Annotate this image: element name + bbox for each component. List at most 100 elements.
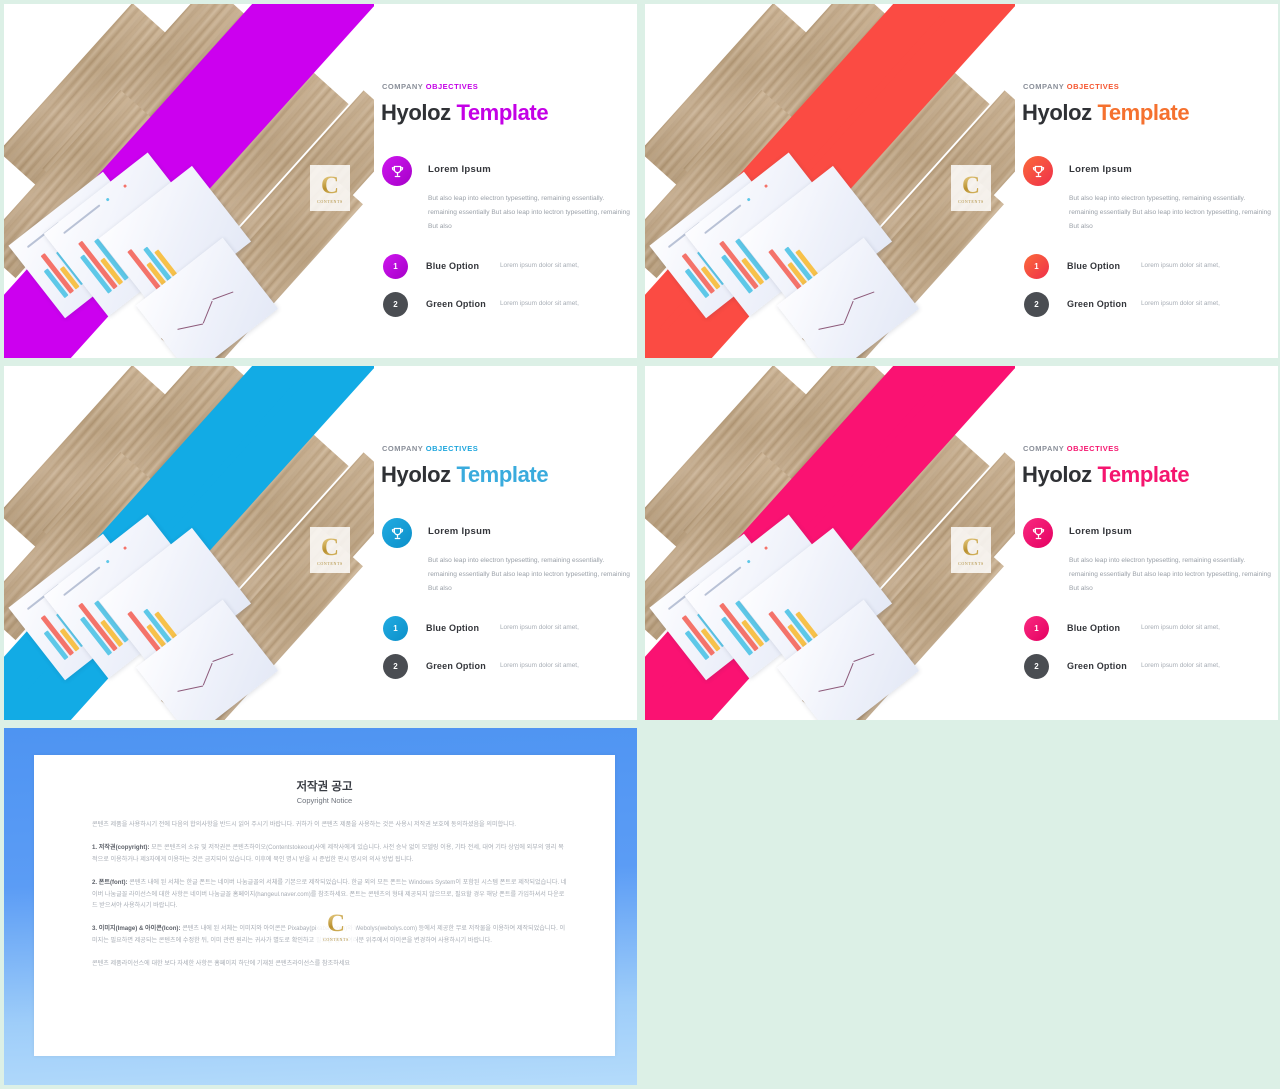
legend-dot — [746, 197, 751, 202]
option-label: Blue Option — [1067, 261, 1121, 271]
option-number-badge: 2 — [383, 292, 408, 317]
eyebrow: COMPANY OBJECTIVES — [1023, 82, 1119, 91]
collage-blue: C CONTENTS — [4, 366, 374, 720]
feature-label: Lorem Ipsum — [428, 526, 491, 537]
watermark-text: CONTENTS — [958, 560, 984, 566]
text-panel-magenta: COMPANY OBJECTIVES Hyoloz Template Lorem… — [374, 4, 637, 358]
watermark-text: CONTENTS — [323, 936, 349, 942]
watermark-text: CONTENTS — [317, 198, 343, 204]
feature-label: Lorem Ipsum — [1069, 526, 1132, 537]
option-label: Blue Option — [1067, 623, 1121, 633]
watermark-logo: C CONTENTS — [310, 527, 350, 573]
legend-dot — [763, 183, 769, 189]
copyright-page: 저작권 공고 Copyright Notice 콘텐츠 제품을 사용하시기 전에… — [34, 755, 615, 1056]
option-row-2[interactable]: 2 Green Option Lorem ipsum dolor sit ame… — [1023, 654, 1278, 680]
feature-body: But also leap into electron typesetting,… — [1069, 195, 1271, 230]
copyright-paragraph: 콘텐츠 제품라이선스에 대한 보다 자세한 사항은 홈페이지 하단에 기재된 콘… — [92, 960, 350, 967]
legend-dot — [105, 559, 110, 564]
option-row-1[interactable]: 1 Blue Option Lorem ipsum dolor sit amet… — [382, 616, 637, 642]
trophy-icon — [382, 518, 412, 548]
eyebrow-accent: OBJECTIVES — [425, 444, 479, 453]
title-main: Hyoloz — [381, 100, 457, 125]
eyebrow: COMPANY OBJECTIVES — [382, 444, 478, 453]
slide-copyright-notice[interactable]: 저작권 공고 Copyright Notice 콘텐츠 제품을 사용하시기 전에… — [4, 728, 637, 1085]
eyebrow: COMPANY OBJECTIVES — [1023, 444, 1119, 453]
slide-deck-board: C CONTENTS COMPANY OBJECTIVES Hyoloz Tem… — [0, 0, 1280, 1089]
title-main: Hyoloz — [1022, 462, 1098, 487]
eyebrow-prefix: COMPANY — [1023, 82, 1067, 91]
option-label: Blue Option — [426, 261, 480, 271]
option-label: Blue Option — [426, 623, 480, 633]
option-label: Green Option — [1067, 661, 1127, 671]
legend-dot — [122, 545, 128, 551]
feature-body: But also leap into electron typesetting,… — [428, 557, 630, 592]
text-panel-red: COMPANY OBJECTIVES Hyoloz Template Lorem… — [1015, 4, 1278, 358]
option-desc: Lorem ipsum dolor sit amet, — [1141, 262, 1220, 269]
copyright-body: 콘텐츠 제품을 사용하시기 전에 다음의 합의사항을 반드시 읽어 주시기 바랍… — [92, 819, 569, 981]
eyebrow-prefix: COMPANY — [382, 82, 426, 91]
page-title: Hyoloz Template — [381, 462, 549, 488]
copyright-paragraph: 1. 저작권(copyright): 모든 콘텐츠의 소유 및 저작권은 콘텐츠… — [92, 843, 564, 863]
page-title: Hyoloz Template — [1022, 462, 1190, 488]
option-number-badge: 2 — [1024, 292, 1049, 317]
page-title: Hyoloz Template — [381, 100, 549, 126]
option-desc: Lorem ipsum dolor sit amet, — [1141, 300, 1220, 307]
title-main: Hyoloz — [381, 462, 457, 487]
watermark-letter: C — [961, 171, 981, 199]
option-label: Green Option — [426, 661, 486, 671]
eyebrow-prefix: COMPANY — [1023, 444, 1067, 453]
trophy-icon — [382, 156, 412, 186]
option-row-1[interactable]: 1 Blue Option Lorem ipsum dolor sit amet… — [1023, 254, 1278, 280]
option-number-badge: 1 — [1024, 616, 1049, 641]
title-accent: Template — [456, 462, 549, 487]
collage-magenta: C CONTENTS — [4, 4, 374, 358]
title-accent: Template — [1097, 462, 1190, 487]
slide-magenta[interactable]: C CONTENTS COMPANY OBJECTIVES Hyoloz Tem… — [4, 4, 637, 358]
option-desc: Lorem ipsum dolor sit amet, — [500, 300, 579, 307]
option-number-badge: 1 — [383, 616, 408, 641]
watermark-letter: C — [320, 533, 340, 561]
page-title: Hyoloz Template — [1022, 100, 1190, 126]
eyebrow-prefix: COMPANY — [382, 444, 426, 453]
watermark-letter: C — [320, 171, 340, 199]
title-accent: Template — [1097, 100, 1190, 125]
watermark-letter: C — [961, 533, 981, 561]
text-panel-pink: COMPANY OBJECTIVES Hyoloz Template Lorem… — [1015, 366, 1278, 720]
option-row-1[interactable]: 1 Blue Option Lorem ipsum dolor sit amet… — [1023, 616, 1278, 642]
legend-dot — [105, 197, 110, 202]
option-desc: Lorem ipsum dolor sit amet, — [500, 262, 579, 269]
option-number-badge: 1 — [383, 254, 408, 279]
legend-dot — [763, 545, 769, 551]
slide-red[interactable]: C CONTENTS COMPANY OBJECTIVES Hyoloz Tem… — [645, 4, 1278, 358]
title-main: Hyoloz — [1022, 100, 1098, 125]
watermark-logo: C CONTENTS — [310, 165, 350, 211]
eyebrow: COMPANY OBJECTIVES — [382, 82, 478, 91]
slide-pink[interactable]: C CONTENTS COMPANY OBJECTIVES Hyoloz Tem… — [645, 366, 1278, 720]
watermark-letter: C — [326, 909, 346, 937]
option-desc: Lorem ipsum dolor sit amet, — [500, 624, 579, 631]
feature-body: But also leap into electron typesetting,… — [1069, 557, 1271, 592]
copyright-subtitle: Copyright Notice — [296, 796, 353, 805]
feature-label: Lorem Ipsum — [428, 164, 491, 175]
option-number-badge: 1 — [1024, 254, 1049, 279]
option-row-2[interactable]: 2 Green Option Lorem ipsum dolor sit ame… — [382, 292, 637, 318]
eyebrow-accent: OBJECTIVES — [1066, 444, 1120, 453]
option-label: Green Option — [1067, 299, 1127, 309]
option-row-2[interactable]: 2 Green Option Lorem ipsum dolor sit ame… — [382, 654, 637, 680]
option-number-badge: 2 — [1024, 654, 1049, 679]
watermark-text: CONTENTS — [958, 198, 984, 204]
copyright-title: 저작권 공고 — [296, 781, 353, 793]
option-desc: Lorem ipsum dolor sit amet, — [1141, 662, 1220, 669]
eyebrow-accent: OBJECTIVES — [425, 82, 479, 91]
eyebrow-accent: OBJECTIVES — [1066, 82, 1120, 91]
option-desc: Lorem ipsum dolor sit amet, — [500, 662, 579, 669]
option-label: Green Option — [426, 299, 486, 309]
slide-blue[interactable]: C CONTENTS COMPANY OBJECTIVES Hyoloz Tem… — [4, 366, 637, 720]
option-desc: Lorem ipsum dolor sit amet, — [1141, 624, 1220, 631]
option-row-2[interactable]: 2 Green Option Lorem ipsum dolor sit ame… — [1023, 292, 1278, 318]
collage-pink: C CONTENTS — [645, 366, 1015, 720]
copyright-paragraph: 콘텐츠 제품을 사용하시기 전에 다음의 합의사항을 반드시 읽어 주시기 바랍… — [92, 821, 517, 828]
option-number-badge: 2 — [383, 654, 408, 679]
watermark-logo: C CONTENTS — [951, 527, 991, 573]
option-row-1[interactable]: 1 Blue Option Lorem ipsum dolor sit amet… — [382, 254, 637, 280]
